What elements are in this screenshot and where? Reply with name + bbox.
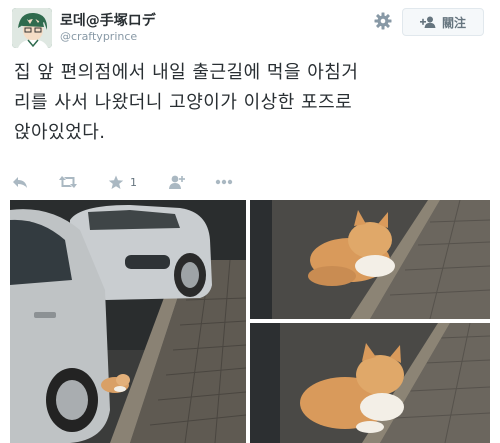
user-handle[interactable]: @craftyprince — [60, 30, 137, 43]
reply-button[interactable] — [12, 175, 28, 189]
add-user-icon — [419, 16, 436, 28]
retweet-button[interactable] — [58, 175, 78, 189]
gear-icon[interactable] — [374, 12, 392, 30]
more-button[interactable] — [215, 179, 233, 185]
avatar[interactable] — [12, 8, 52, 48]
person-add-icon — [169, 175, 185, 189]
retweet-icon — [59, 176, 77, 188]
like-button[interactable]: 1 — [108, 175, 137, 190]
more-icon — [215, 179, 233, 185]
star-icon — [108, 175, 124, 189]
photo-grid — [10, 200, 490, 443]
photo-car-cat[interactable] — [10, 200, 246, 443]
follow-button[interactable]: 關注 — [402, 8, 484, 36]
photo-cat-closeup[interactable] — [250, 323, 490, 443]
tweet-text: 집 앞 편의점에서 내일 출근길에 먹을 아침거 리를 사서 나왔더니 고양이가… — [14, 62, 359, 143]
cat-curb-photo-image — [250, 200, 490, 319]
like-count: 1 — [130, 175, 137, 189]
display-name[interactable]: 로데@手塚ロデ — [60, 10, 156, 30]
avatar-image — [12, 8, 52, 48]
follow-action-button[interactable] — [167, 175, 185, 189]
follow-button-label: 關注 — [441, 15, 466, 30]
tweet-header: 로데@手塚ロデ @craftyprince 關注 — [0, 0, 500, 54]
photo-cat-curb[interactable] — [250, 200, 490, 319]
tweet-actions: 1 — [12, 172, 263, 192]
car-cat-photo-image — [10, 200, 246, 443]
reply-icon — [13, 177, 27, 188]
cat-closeup-photo-image — [250, 323, 490, 443]
